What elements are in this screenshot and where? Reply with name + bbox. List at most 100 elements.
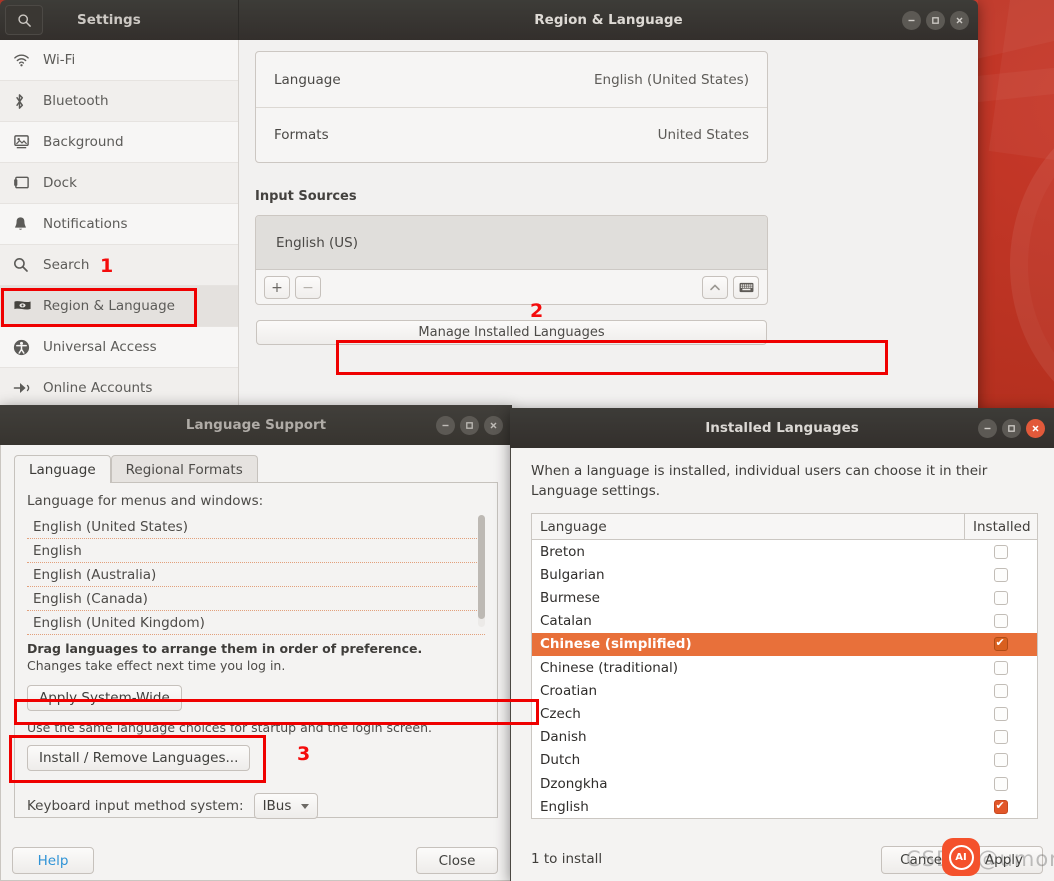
sidebar-item-background[interactable]: Background: [0, 122, 238, 163]
language-support-footer: Help Close: [0, 841, 512, 881]
tab-language[interactable]: Language: [14, 455, 111, 483]
sidebar-item-label: Wi-Fi: [43, 52, 76, 68]
remove-input-source-button[interactable]: −: [295, 276, 321, 299]
close-icon[interactable]: [484, 415, 503, 435]
input-sources-heading: Input Sources: [255, 189, 357, 204]
table-row[interactable]: Chinese (traditional): [532, 656, 1037, 679]
sidebar-item-search[interactable]: Search: [0, 245, 238, 286]
close-icon[interactable]: [950, 10, 969, 30]
sidebar-item-region-language[interactable]: Region & Language: [0, 286, 238, 327]
sidebar-item-online-accounts[interactable]: Online Accounts: [0, 368, 238, 409]
search-icon: [13, 257, 43, 273]
table-row[interactable]: Dzongkha: [532, 772, 1037, 795]
installed-checkbox[interactable]: [993, 753, 1008, 768]
installed-checkbox-cell[interactable]: [964, 799, 1037, 814]
language-row-value: English (United States): [594, 71, 749, 88]
minimize-icon[interactable]: [902, 10, 921, 30]
table-row[interactable]: Burmese: [532, 587, 1037, 610]
formats-row[interactable]: Formats United States: [256, 107, 767, 162]
language-name: Croatian: [540, 682, 598, 699]
installed-checkbox[interactable]: [993, 776, 1008, 791]
formats-row-value: United States: [657, 127, 749, 143]
sidebar-item-universal-access[interactable]: Universal Access: [0, 327, 238, 368]
tab-regional-formats[interactable]: Regional Formats: [110, 455, 258, 483]
online-accounts-icon: [13, 380, 43, 396]
table-row[interactable]: Chinese (simplified): [532, 632, 1037, 657]
installed-checkbox-cell[interactable]: [964, 544, 1037, 559]
sidebar-item-bluetooth[interactable]: Bluetooth: [0, 81, 238, 122]
maximize-icon[interactable]: [460, 415, 479, 435]
table-row[interactable]: Esperanto: [532, 818, 1037, 819]
sidebar-item-label: Notifications: [43, 216, 128, 232]
list-item[interactable]: English (Australia): [27, 563, 485, 587]
installed-checkbox-cell[interactable]: [964, 567, 1037, 582]
list-item[interactable]: English (United States): [27, 515, 485, 539]
list-item[interactable]: English (United Kingdom): [27, 611, 485, 635]
close-icon[interactable]: [1026, 418, 1045, 438]
installed-checkbox[interactable]: [993, 707, 1008, 722]
input-method-value: IBus: [262, 798, 292, 814]
installed-checkbox[interactable]: [993, 636, 1008, 652]
table-row[interactable]: Czech: [532, 702, 1037, 725]
table-row[interactable]: Breton: [532, 540, 1037, 563]
installed-checkbox-cell[interactable]: [964, 707, 1037, 722]
table-row[interactable]: English: [532, 795, 1037, 818]
table-row[interactable]: Bulgarian: [532, 563, 1037, 586]
table-body: Breton Bulgarian Burmese Catalan Chinese (si…: [532, 540, 1037, 819]
language-name: Catalan: [540, 613, 592, 630]
installed-checkbox-cell[interactable]: [964, 614, 1037, 629]
language-name: Dutch: [540, 752, 581, 769]
input-source-item[interactable]: English (US): [256, 216, 767, 270]
language-preference-list[interactable]: English (United States) English English …: [27, 515, 485, 635]
installed-checkbox-cell[interactable]: [964, 636, 1037, 652]
ai-badge-ring: AI: [948, 844, 974, 870]
installed-languages-description: When a language is installed, individual…: [531, 463, 988, 499]
minimize-icon[interactable]: [978, 418, 997, 438]
list-item[interactable]: English: [27, 539, 485, 563]
installed-checkbox-cell[interactable]: [964, 591, 1037, 606]
input-method-select[interactable]: IBus: [253, 793, 319, 819]
minimize-icon[interactable]: [436, 415, 455, 435]
installed-checkbox[interactable]: [993, 683, 1008, 698]
column-header-installed[interactable]: Installed: [964, 514, 1037, 540]
install-remove-languages-button[interactable]: Install / Remove Languages...: [27, 745, 251, 771]
installed-checkbox[interactable]: [993, 614, 1008, 629]
column-header-language[interactable]: Language: [532, 514, 964, 539]
installed-checkbox[interactable]: [993, 660, 1008, 675]
installed-checkbox-cell[interactable]: [964, 776, 1037, 791]
dock-icon: [13, 175, 43, 191]
installed-languages-title: Installed Languages: [705, 420, 859, 436]
scrollbar-thumb[interactable]: [478, 515, 485, 619]
installed-checkbox[interactable]: [993, 730, 1008, 745]
table-row[interactable]: Croatian: [532, 679, 1037, 702]
help-button[interactable]: Help: [12, 847, 94, 874]
installed-checkbox-cell[interactable]: [964, 683, 1037, 698]
search-icon[interactable]: [5, 5, 43, 35]
installed-checkbox[interactable]: [993, 799, 1008, 814]
maximize-icon[interactable]: [1002, 418, 1021, 438]
table-row[interactable]: Danish: [532, 726, 1037, 749]
table-row[interactable]: Dutch: [532, 749, 1037, 772]
move-up-button[interactable]: [702, 276, 728, 299]
language-row[interactable]: Language English (United States): [256, 52, 767, 107]
list-item[interactable]: English (Canada): [27, 587, 485, 611]
add-input-source-button[interactable]: +: [264, 276, 290, 299]
maximize-icon[interactable]: [926, 10, 945, 30]
installed-checkbox[interactable]: [993, 544, 1008, 559]
table-row[interactable]: Catalan: [532, 610, 1037, 633]
language-name: Bulgarian: [540, 566, 605, 583]
installed-checkbox[interactable]: [993, 567, 1008, 582]
sidebar-item-dock[interactable]: Dock: [0, 163, 238, 204]
apply-system-wide-button[interactable]: Apply System-Wide: [27, 685, 182, 711]
manage-installed-languages-button[interactable]: Manage Installed Languages: [256, 320, 767, 345]
annotation-number-1: 1: [100, 255, 114, 277]
sidebar-item-notifications[interactable]: Notifications: [0, 204, 238, 245]
installed-checkbox-cell[interactable]: [964, 730, 1037, 745]
installed-checkbox-cell[interactable]: [964, 660, 1037, 675]
installed-checkbox-cell[interactable]: [964, 753, 1037, 768]
close-button[interactable]: Close: [416, 847, 498, 874]
language-list-scrollbar[interactable]: [478, 515, 485, 627]
sidebar-item-wifi[interactable]: Wi-Fi: [0, 40, 238, 81]
keyboard-icon[interactable]: [733, 276, 759, 299]
installed-checkbox[interactable]: [993, 591, 1008, 606]
